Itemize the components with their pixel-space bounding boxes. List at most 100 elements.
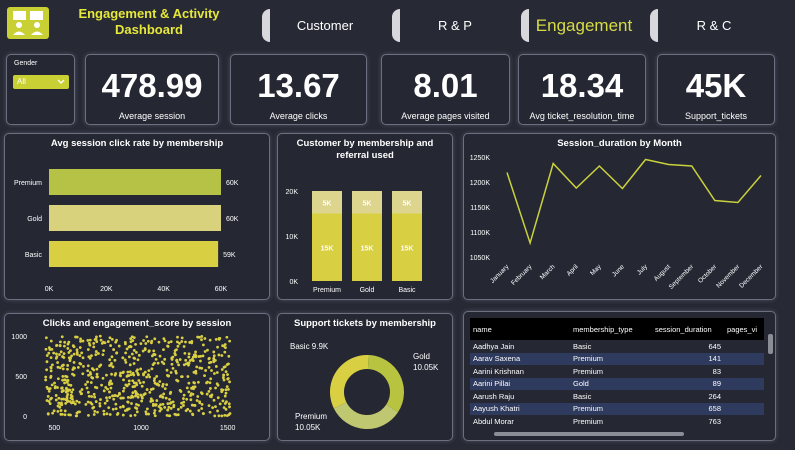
scatter-point	[228, 380, 231, 384]
scatter-point	[163, 387, 167, 391]
scatter-point	[173, 349, 177, 353]
scatter-point	[66, 393, 70, 396]
scatter-point	[166, 408, 170, 412]
scatter-point	[216, 409, 219, 413]
scatter-point	[119, 371, 122, 375]
y-tick-label: 0	[23, 414, 27, 421]
scrollbar-thumb[interactable]	[494, 432, 684, 436]
scatter-point	[152, 349, 156, 353]
table-row[interactable]: Aayush Khatri Premium 658	[470, 402, 764, 415]
column-header[interactable]: pages_vi	[724, 318, 764, 340]
y-tick-label: 20K	[286, 189, 299, 196]
table-cell	[724, 390, 764, 403]
scatter-point	[62, 389, 65, 392]
scatter-point	[211, 406, 215, 410]
scatter-point	[200, 392, 204, 396]
scatter-point	[87, 414, 90, 417]
kpi-value: 45K	[685, 67, 747, 104]
scatter-point	[140, 399, 144, 403]
scatter-point	[126, 395, 130, 399]
tab-engagement[interactable]: Engagement	[521, 9, 639, 42]
scatter-point	[131, 391, 135, 395]
scatter-point	[136, 395, 140, 399]
scatter-point	[212, 354, 216, 358]
scatter-point	[208, 381, 212, 385]
scatter-point	[134, 342, 137, 346]
table-row[interactable]: Aarush Raju Basic 264	[470, 390, 764, 403]
scatter-point	[94, 350, 98, 353]
category-label: Basic	[25, 252, 43, 259]
scatter-point	[105, 399, 109, 403]
session-duration-by-month-chart: Session_duration by Month 1050K 1100K 1150…	[463, 133, 776, 300]
column-header[interactable]: name	[470, 318, 570, 340]
tab-r-and-c[interactable]: R & C	[650, 9, 770, 42]
scatter-point	[134, 406, 137, 410]
gender-dropdown-value: All	[17, 77, 26, 86]
kpi-average-pages-visited: 8.01 Average pages visited	[381, 54, 510, 125]
scatter-point	[58, 344, 62, 347]
scatter-point	[61, 355, 64, 358]
tab-customer[interactable]: Customer	[262, 9, 380, 42]
scatter-point	[56, 377, 60, 381]
scatter-point	[80, 388, 84, 391]
customer-table-card: name membership_type session_duration pa…	[463, 311, 776, 441]
scatter-point	[145, 375, 149, 379]
scatter-point	[98, 404, 102, 408]
scatter-point	[215, 371, 219, 374]
table-row[interactable]: Aarav Saxena Premium 141	[470, 352, 764, 365]
x-tick-label: 500	[48, 425, 60, 432]
table-cell: 763	[708, 416, 721, 426]
scatter-point	[214, 337, 218, 341]
scatter-point	[150, 339, 154, 343]
category-label: Premium	[313, 287, 341, 294]
scatter-point	[113, 358, 117, 362]
scatter-point	[213, 372, 216, 375]
scatter-point	[207, 365, 211, 369]
scatter-point	[66, 346, 70, 350]
scatter-point	[208, 410, 212, 414]
scatter-point	[79, 337, 82, 341]
scatter-point	[191, 355, 195, 359]
gender-dropdown[interactable]: All	[13, 75, 69, 89]
data-label: 15K	[401, 245, 414, 252]
table-cell: Premium	[573, 366, 604, 376]
scatter-point	[110, 337, 114, 341]
scatter-point	[46, 412, 50, 416]
scatter-point	[86, 364, 90, 368]
column-header[interactable]: session_duration	[652, 318, 724, 340]
vertical-scrollbar[interactable]	[768, 334, 773, 430]
data-label: 5K	[363, 200, 372, 207]
horizontal-scrollbar[interactable]	[464, 431, 764, 437]
table-row[interactable]: Aarini Pillai Gold 89	[470, 377, 764, 390]
scatter-point	[176, 379, 180, 383]
scatter-point	[137, 379, 141, 382]
table-row[interactable]: Aarini Krishnan Premium 83	[470, 365, 764, 378]
scatter-point	[166, 344, 170, 348]
scatter-point	[86, 380, 89, 384]
scatter-point	[124, 351, 128, 355]
table-row[interactable]: Aadhya Jain Basic 645	[470, 340, 764, 353]
tab-r-and-p[interactable]: R & P	[392, 9, 510, 42]
table-cell: 83	[712, 366, 721, 376]
table-cell	[724, 365, 764, 378]
scatter-point	[163, 406, 167, 409]
line-series	[506, 158, 762, 246]
data-label: 5K	[323, 200, 332, 207]
scatter-point	[200, 407, 204, 410]
column-header[interactable]: membership_type	[570, 318, 652, 340]
scatter-point	[207, 357, 211, 361]
scatter-point	[71, 388, 75, 392]
scatter-point	[64, 401, 68, 405]
data-label: 5K	[403, 200, 412, 207]
scatter-point	[68, 359, 72, 363]
scatter-point	[228, 339, 232, 343]
scatter-point	[103, 341, 107, 345]
dashboard-title: Engagement & Activity Dashboard	[78, 6, 220, 37]
scatter-point	[173, 412, 177, 416]
table-row[interactable]: Abdul Morar Premium 763	[470, 415, 764, 428]
scatter-point	[132, 336, 136, 340]
scrollbar-thumb[interactable]	[768, 334, 773, 354]
scatter-point	[169, 371, 173, 374]
scatter-point	[108, 383, 111, 386]
scatter-point	[119, 405, 122, 409]
